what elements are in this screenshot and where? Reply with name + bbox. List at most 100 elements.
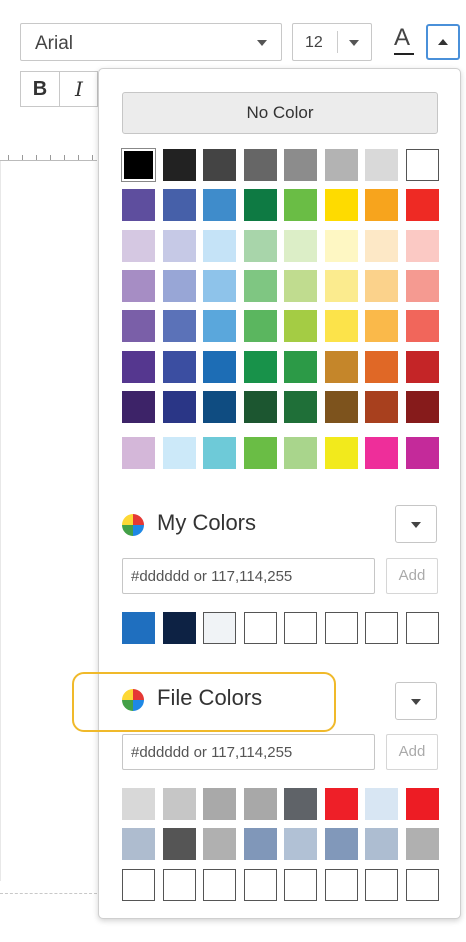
palette-swatch[interactable] bbox=[162, 310, 196, 342]
palette-swatch[interactable] bbox=[284, 310, 317, 342]
file-colors-swatch[interactable] bbox=[203, 828, 236, 860]
my-colors-hex-input[interactable] bbox=[122, 558, 375, 594]
file-colors-swatch[interactable] bbox=[405, 828, 439, 860]
palette-swatch[interactable] bbox=[405, 351, 439, 383]
my-colors-swatch[interactable] bbox=[324, 612, 358, 644]
palette-swatch-selected[interactable] bbox=[121, 148, 156, 182]
my-colors-menu-button[interactable] bbox=[395, 505, 437, 543]
file-colors-swatch[interactable] bbox=[324, 788, 358, 820]
palette-swatch[interactable] bbox=[122, 189, 155, 221]
palette-swatch[interactable] bbox=[365, 149, 398, 181]
palette-swatch[interactable] bbox=[162, 270, 196, 302]
palette-swatch[interactable] bbox=[324, 391, 358, 423]
palette-swatch[interactable] bbox=[284, 189, 317, 221]
palette-swatch[interactable] bbox=[203, 149, 236, 181]
my-colors-swatch[interactable] bbox=[284, 612, 317, 644]
my-colors-swatch[interactable] bbox=[122, 612, 155, 644]
file-colors-swatch[interactable] bbox=[162, 828, 196, 860]
palette-swatch[interactable] bbox=[365, 270, 398, 302]
palette-swatch[interactable] bbox=[365, 230, 398, 262]
file-colors-swatch[interactable] bbox=[405, 788, 439, 820]
font-family-select[interactable]: Arial bbox=[20, 23, 282, 61]
palette-swatch[interactable] bbox=[324, 310, 358, 342]
italic-button[interactable]: I bbox=[60, 72, 98, 106]
palette-swatch[interactable] bbox=[405, 310, 439, 342]
file-colors-swatch[interactable] bbox=[203, 869, 236, 901]
palette-swatch[interactable] bbox=[365, 351, 398, 383]
palette-swatch[interactable] bbox=[203, 270, 236, 302]
palette-swatch[interactable] bbox=[243, 270, 277, 302]
file-colors-swatch[interactable] bbox=[365, 869, 398, 901]
palette-swatch[interactable] bbox=[122, 270, 155, 302]
palette-swatch[interactable] bbox=[203, 391, 236, 423]
palette-swatch[interactable] bbox=[405, 391, 439, 423]
my-colors-add-button[interactable]: Add bbox=[386, 558, 438, 594]
file-colors-swatch[interactable] bbox=[122, 828, 155, 860]
palette-swatch[interactable] bbox=[203, 310, 236, 342]
palette-swatch[interactable] bbox=[162, 149, 196, 181]
my-colors-swatch[interactable] bbox=[162, 612, 196, 644]
palette-swatch[interactable] bbox=[203, 437, 236, 469]
palette-swatch[interactable] bbox=[122, 230, 155, 262]
file-colors-add-button[interactable]: Add bbox=[386, 734, 438, 770]
file-colors-swatch[interactable] bbox=[365, 788, 398, 820]
palette-swatch[interactable] bbox=[203, 230, 236, 262]
palette-swatch[interactable] bbox=[284, 351, 317, 383]
palette-swatch[interactable] bbox=[324, 230, 358, 262]
file-colors-swatch[interactable] bbox=[122, 788, 155, 820]
my-colors-swatch[interactable] bbox=[365, 612, 398, 644]
text-color-dropdown-toggle[interactable] bbox=[426, 24, 460, 60]
palette-swatch[interactable] bbox=[162, 230, 196, 262]
my-colors-swatch[interactable] bbox=[243, 612, 277, 644]
file-colors-swatch[interactable] bbox=[243, 828, 277, 860]
file-colors-swatch[interactable] bbox=[324, 828, 358, 860]
file-colors-swatch[interactable] bbox=[203, 788, 236, 820]
my-colors-swatch[interactable] bbox=[203, 612, 236, 644]
file-colors-swatch[interactable] bbox=[405, 869, 439, 901]
palette-swatch[interactable] bbox=[122, 391, 155, 423]
file-colors-swatch[interactable] bbox=[284, 869, 317, 901]
palette-swatch[interactable] bbox=[243, 230, 277, 262]
file-colors-swatch[interactable] bbox=[284, 788, 317, 820]
palette-swatch[interactable] bbox=[162, 437, 196, 469]
palette-swatch[interactable] bbox=[365, 310, 398, 342]
bold-button[interactable]: B bbox=[21, 72, 60, 106]
palette-swatch[interactable] bbox=[405, 230, 439, 262]
file-colors-swatch[interactable] bbox=[122, 869, 155, 901]
palette-swatch[interactable] bbox=[243, 351, 277, 383]
palette-swatch[interactable] bbox=[284, 230, 317, 262]
palette-swatch[interactable] bbox=[203, 351, 236, 383]
file-colors-swatch[interactable] bbox=[243, 788, 277, 820]
palette-swatch[interactable] bbox=[284, 270, 317, 302]
palette-swatch[interactable] bbox=[365, 189, 398, 221]
palette-swatch[interactable] bbox=[122, 310, 155, 342]
palette-swatch[interactable] bbox=[284, 149, 317, 181]
palette-swatch[interactable] bbox=[324, 437, 358, 469]
palette-swatch[interactable] bbox=[405, 270, 439, 302]
palette-swatch[interactable] bbox=[243, 391, 277, 423]
palette-swatch[interactable] bbox=[405, 437, 439, 469]
palette-swatch[interactable] bbox=[365, 437, 398, 469]
my-colors-swatch[interactable] bbox=[405, 612, 439, 644]
file-colors-swatch[interactable] bbox=[284, 828, 317, 860]
file-colors-swatch[interactable] bbox=[324, 869, 358, 901]
palette-swatch[interactable] bbox=[405, 189, 439, 221]
file-colors-hex-input[interactable] bbox=[122, 734, 375, 770]
palette-swatch[interactable] bbox=[122, 351, 155, 383]
font-size-select[interactable]: 12 bbox=[292, 23, 372, 61]
palette-swatch[interactable] bbox=[405, 149, 439, 181]
palette-swatch[interactable] bbox=[324, 351, 358, 383]
palette-swatch[interactable] bbox=[203, 189, 236, 221]
text-color-button[interactable]: A bbox=[386, 22, 422, 60]
palette-swatch[interactable] bbox=[365, 391, 398, 423]
file-colors-swatch[interactable] bbox=[365, 828, 398, 860]
palette-swatch[interactable] bbox=[324, 270, 358, 302]
file-colors-swatch[interactable] bbox=[162, 869, 196, 901]
file-colors-swatch[interactable] bbox=[162, 788, 196, 820]
palette-swatch[interactable] bbox=[324, 149, 358, 181]
file-colors-menu-button[interactable] bbox=[395, 682, 437, 720]
palette-swatch[interactable] bbox=[162, 189, 196, 221]
palette-swatch[interactable] bbox=[243, 149, 277, 181]
palette-swatch[interactable] bbox=[122, 437, 155, 469]
palette-swatch[interactable] bbox=[243, 189, 277, 221]
